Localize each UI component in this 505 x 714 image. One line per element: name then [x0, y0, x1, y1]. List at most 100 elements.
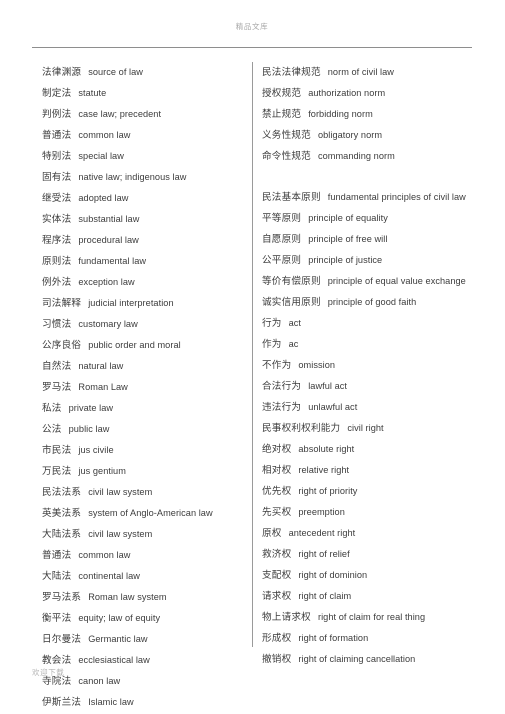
glossary-entry: 市民法 jus civile — [42, 440, 242, 461]
glossary-term-en: unlawful act — [308, 402, 358, 412]
glossary-term-zh: 日尔曼法 — [42, 634, 82, 645]
glossary-entry: 伊斯兰法 Islamic law — [42, 692, 242, 713]
glossary-entry: 违法行为 unlawful act — [262, 397, 477, 418]
glossary-term-zh: 行为 — [262, 318, 282, 329]
glossary-term-en: civil law system — [88, 529, 153, 539]
glossary-term-zh: 判例法 — [42, 109, 72, 120]
glossary-entry: 行为 act — [262, 313, 477, 334]
glossary-term-en: source of law — [88, 67, 143, 77]
glossary-term-zh: 伊斯兰法 — [42, 697, 82, 708]
glossary-term-zh: 罗马法系 — [42, 592, 82, 603]
glossary-entry: 民法法律规范 norm of civil law — [262, 62, 477, 83]
glossary-term-zh: 例外法 — [42, 277, 72, 288]
glossary-term-zh: 习惯法 — [42, 319, 72, 330]
glossary-term-en: principle of equality — [308, 213, 388, 223]
glossary-term-en: forbidding norm — [308, 109, 373, 119]
glossary-column-right: 民法法律规范 norm of civil law 授权规范 authorization… — [262, 62, 477, 670]
glossary-entry: 等价有偿原则 principle of equal value exchange — [262, 271, 477, 292]
glossary-term-zh: 制定法 — [42, 88, 72, 99]
document-page: 精品文库 法律渊源 source of law 制定法 statute 判例法 case … — [0, 0, 505, 714]
glossary-term-zh: 不作为 — [262, 360, 292, 371]
glossary-term-en: statute — [78, 88, 107, 98]
glossary-term-zh: 撤销权 — [262, 654, 292, 665]
glossary-term-zh: 等价有偿原则 — [262, 276, 321, 287]
glossary-term-zh: 原则法 — [42, 256, 72, 267]
glossary-term-zh: 命令性规范 — [262, 151, 311, 162]
glossary-term-en: adopted law — [78, 193, 129, 203]
glossary-term-en: Islamic law — [88, 697, 134, 707]
glossary-term-en: exception law — [78, 277, 135, 287]
glossary-term-en: right of claiming cancellation — [298, 654, 416, 664]
glossary-term-zh: 固有法 — [42, 172, 72, 183]
glossary-term-en: public law — [68, 424, 110, 434]
glossary-term-zh: 继受法 — [42, 193, 72, 204]
glossary-term-zh: 救济权 — [262, 549, 292, 560]
glossary-term-zh: 绝对权 — [262, 444, 292, 455]
glossary-term-en: authorization norm — [308, 88, 386, 98]
glossary-term-zh: 相对权 — [262, 465, 292, 476]
glossary-term-en: relative right — [298, 465, 350, 475]
glossary-entry: 先买权 preemption — [262, 502, 477, 523]
glossary-term-en: act — [288, 318, 301, 328]
glossary-term-zh: 违法行为 — [262, 402, 302, 413]
footer-download-note: 欢迎下载 — [32, 668, 65, 677]
glossary-term-en: jus gentium — [78, 466, 126, 476]
glossary-entry: 判例法 case law; precedent — [42, 104, 242, 125]
glossary-term-en: continental law — [78, 571, 140, 581]
glossary-term-en: fundamental law — [78, 256, 147, 266]
glossary-term-en: right of claim for real thing — [317, 612, 426, 622]
glossary-term-en: jus civile — [78, 445, 114, 455]
glossary-entry: 大陆法系 civil law system — [42, 524, 242, 545]
glossary-entry: 优先权 right of priority — [262, 481, 477, 502]
glossary-term-zh: 公平原则 — [262, 255, 302, 266]
glossary-term-zh: 民法法律规范 — [262, 67, 321, 78]
glossary-term-en: procedural law — [78, 235, 139, 245]
glossary-term-en: ac — [288, 339, 299, 349]
glossary-term-en: native law; indigenous law — [78, 172, 187, 182]
glossary-term-en: judicial interpretation — [88, 298, 174, 308]
glossary-term-en: Roman Law — [78, 382, 128, 392]
glossary-entry: 支配权 right of dominion — [262, 565, 477, 586]
glossary-entry: 形成权 right of formation — [262, 628, 477, 649]
glossary-term-en: special law — [78, 151, 124, 161]
glossary-entry: 不作为 omission — [262, 355, 477, 376]
glossary-entry: 特别法 special law — [42, 146, 242, 167]
glossary-entry: 民事权利权利能力 civil right — [262, 418, 477, 439]
glossary-term-zh: 平等原则 — [262, 213, 302, 224]
glossary-term-en: case law; precedent — [78, 109, 162, 119]
glossary-term-zh: 公法 — [42, 424, 62, 435]
glossary-term-zh: 自然法 — [42, 361, 72, 372]
glossary-entry: 相对权 relative right — [262, 460, 477, 481]
glossary-term-en: commanding norm — [317, 151, 395, 161]
glossary-term-en: antecedent right — [288, 528, 356, 538]
glossary-term-en: common law — [78, 130, 131, 140]
header-watermark-title: 精品文库 — [235, 22, 269, 31]
glossary-entry: 原则法 fundamental law — [42, 251, 242, 272]
glossary-term-en: civil law system — [88, 487, 153, 497]
glossary-entry: 民法法系 civil law system — [42, 482, 242, 503]
glossary-term-zh: 原权 — [262, 528, 282, 539]
glossary-entry: 衡平法 equity; law of equity — [42, 608, 242, 629]
glossary-term-zh: 义务性规范 — [262, 130, 311, 141]
glossary-entry: 英美法系 system of Anglo-American law — [42, 503, 242, 524]
glossary-entry: 日尔曼法 Germantic law — [42, 629, 242, 650]
glossary-term-zh: 大陆法 — [42, 571, 72, 582]
glossary-entry: 私法 private law — [42, 398, 242, 419]
glossary-term-zh: 衡平法 — [42, 613, 72, 624]
glossary-entry: 公法 public law — [42, 419, 242, 440]
glossary-term-zh: 先买权 — [262, 507, 292, 518]
glossary-term-en: principle of free will — [308, 234, 388, 244]
glossary-entry: 公平原则 principle of justice — [262, 250, 477, 271]
glossary-entry: 合法行为 lawful act — [262, 376, 477, 397]
glossary-term-zh: 请求权 — [262, 591, 292, 602]
glossary-entry: 法律渊源 source of law — [42, 62, 242, 83]
glossary-entry: 实体法 substantial law — [42, 209, 242, 230]
glossary-entry: 绝对权 absolute right — [262, 439, 477, 460]
glossary-entry: 命令性规范 commanding norm — [262, 146, 477, 167]
glossary-term-zh: 司法解释 — [42, 298, 82, 309]
glossary-term-zh: 教会法 — [42, 655, 72, 666]
glossary-term-en: right of relief — [298, 549, 350, 559]
glossary-entry: 罗马法系 Roman law system — [42, 587, 242, 608]
glossary-term-en: common law — [78, 550, 131, 560]
glossary-term-en: absolute right — [298, 444, 355, 454]
